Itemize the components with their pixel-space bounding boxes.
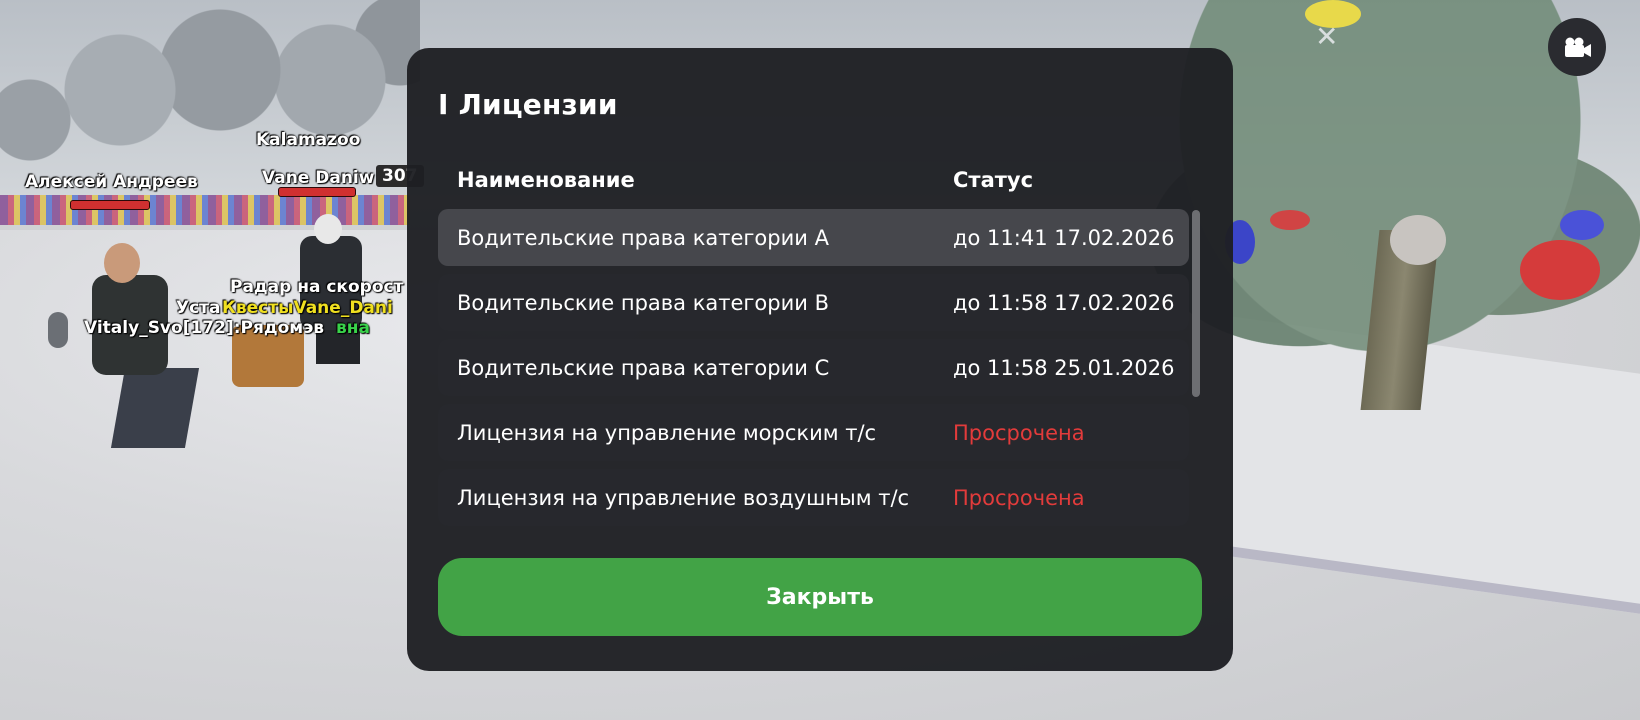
license-name: Лицензия на управление воздушным т/с	[457, 485, 910, 510]
game-scene: Kalamazoo Алексей Андреев Vane Daniw 307…	[0, 0, 1640, 720]
license-name: Водительские права категории C	[457, 355, 830, 380]
license-row[interactable]: Водительские права категории B до 11:58 …	[438, 274, 1189, 331]
overlay-label: вна	[336, 318, 370, 338]
license-row[interactable]: Водительские права категории C до 11:58 …	[438, 339, 1189, 396]
radar-label: Радар на скорост	[230, 277, 404, 297]
ornament	[1270, 210, 1310, 230]
close-button[interactable]: Закрыть	[438, 558, 1202, 636]
character-head	[104, 243, 140, 283]
player-nametag: Алексей Андреев	[25, 172, 198, 192]
ornament	[1560, 210, 1604, 240]
health-bar	[70, 200, 150, 210]
player-nametag: Vitaly_Svo[172]:Рядомэв	[84, 318, 325, 338]
license-row[interactable]: Лицензия на управление морским т/с Проср…	[438, 404, 1189, 461]
license-row[interactable]: Водительские права категории A до 11:41 …	[438, 209, 1189, 266]
ornament	[1390, 215, 1446, 265]
scrollbar[interactable]	[1192, 210, 1200, 397]
license-status: Просрочена	[953, 485, 1085, 510]
license-row[interactable]: Лицензия на управление воздушным т/с Про…	[438, 469, 1189, 526]
player-nametag: Vane Daniw	[262, 168, 375, 188]
quests-label: КвестыVane_Dani	[222, 298, 393, 318]
video-camera-icon	[1565, 37, 1591, 57]
licenses-list[interactable]: Водительские права категории A до 11:41 …	[438, 209, 1189, 570]
license-status: до 11:58 25.01.2026	[953, 355, 1175, 380]
license-name: Водительские права категории A	[457, 225, 829, 250]
character-head	[314, 214, 342, 244]
license-name: Лицензия на управление морским т/с	[457, 420, 877, 445]
column-header-status: Статус	[953, 168, 1034, 192]
modal-title: I Лицензии	[438, 88, 618, 121]
health-bar	[278, 187, 356, 197]
column-header-name: Наименование	[457, 168, 635, 192]
close-icon[interactable]: ✕	[1315, 20, 1338, 53]
character-legs	[110, 368, 200, 448]
camera-button[interactable]	[1548, 18, 1606, 76]
overlay-label: Уста	[176, 298, 221, 318]
license-status: до 11:41 17.02.2026	[953, 225, 1175, 250]
licenses-modal: I Лицензии Наименование Статус Водительс…	[407, 48, 1233, 671]
license-name: Водительские права категории B	[457, 290, 829, 315]
flowerbed	[0, 195, 410, 225]
license-status: до 11:58 17.02.2026	[953, 290, 1175, 315]
microphone-icon	[48, 312, 68, 348]
player-nametag: Kalamazoo	[256, 130, 361, 150]
ornament	[1520, 240, 1600, 300]
license-status: Просрочена	[953, 420, 1085, 445]
